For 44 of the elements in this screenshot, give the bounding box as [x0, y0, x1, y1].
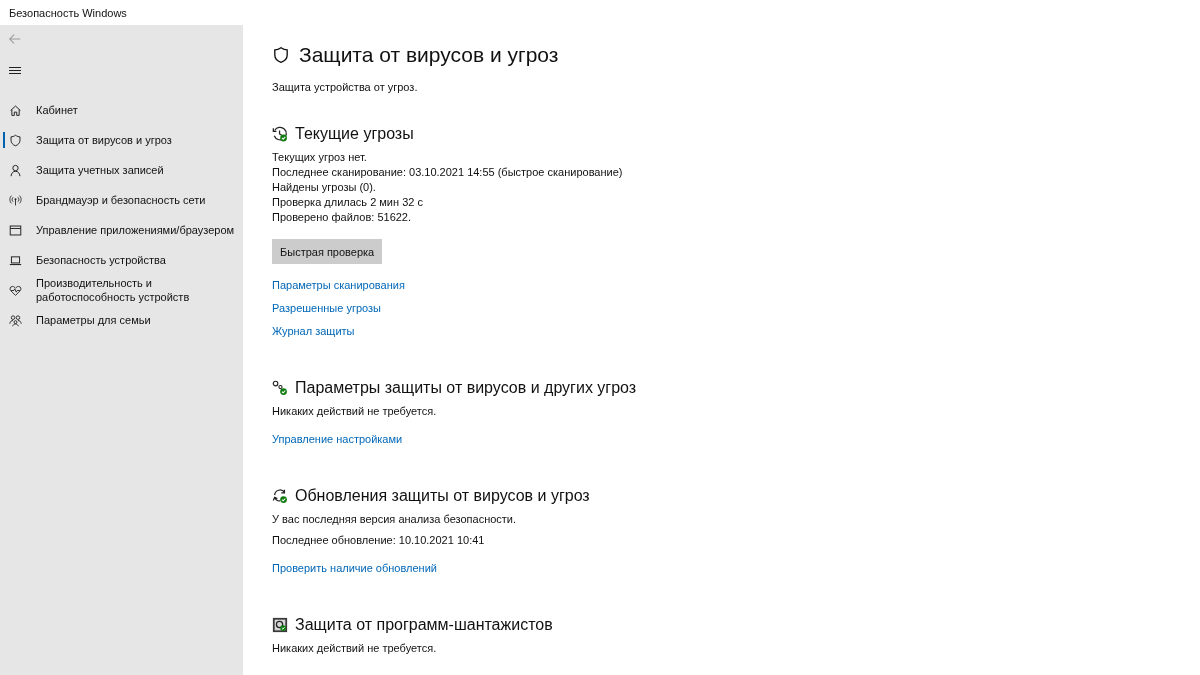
- sidebar-item[interactable]: Безопасность устройства: [0, 245, 243, 275]
- sidebar-item[interactable]: Параметры для семьи: [0, 305, 243, 335]
- window-icon: [9, 223, 22, 237]
- window-title: Безопасность Windows: [9, 6, 127, 19]
- vault-check-icon: [272, 617, 288, 633]
- refresh-check-icon: [272, 488, 288, 504]
- sidebar-item[interactable]: Защита от вирусов и угроз: [0, 125, 243, 155]
- antenna-icon: [9, 193, 22, 207]
- settings-link[interactable]: Проверить наличие обновлений: [272, 562, 437, 575]
- status-text: У вас последняя версия анализа безопасности.: [272, 513, 518, 526]
- shield-icon: [9, 133, 22, 147]
- status-text: Найдены угрозы (0).: [272, 181, 377, 194]
- laptop-icon: [9, 253, 22, 267]
- status-text: Проверка длилась 2 мин 32 с: [272, 196, 424, 209]
- sidebar-item[interactable]: Защита учетных записей: [0, 155, 243, 185]
- sidebar-item[interactable]: Производительность и работоспособность устройств: [0, 275, 243, 305]
- status-text: Последнее сканирование: 03.10.2021 14:55 (быстрое сканирование): [272, 166, 624, 179]
- heart-icon: [9, 283, 22, 297]
- status-text: Последнее обновление: 10.10.2021 10:41: [272, 534, 486, 547]
- section-title: Текущие угрозы: [295, 125, 414, 143]
- family-icon: [9, 313, 22, 327]
- status-text: Текущих угроз нет.: [272, 151, 368, 164]
- settings-link[interactable]: Параметры сканирования: [272, 279, 405, 292]
- quick-scan-button[interactable]: Быстрая проверка: [272, 239, 383, 264]
- gears-check-icon: [272, 380, 288, 396]
- page-title: Защита от вирусов и угроз: [299, 43, 559, 67]
- sidebar-item[interactable]: Управление приложениями/браузером: [0, 215, 243, 245]
- home-icon: [9, 103, 22, 117]
- clock-check-icon: [272, 126, 288, 142]
- person-icon: [9, 163, 22, 177]
- settings-link[interactable]: Журнал защиты: [272, 325, 355, 338]
- sidebar-item[interactable]: Кабинет: [0, 95, 243, 125]
- section-title: Защита от программ-шантажистов: [295, 616, 553, 634]
- status-text: Никаких действий не требуется.: [272, 405, 438, 418]
- settings-link[interactable]: Управление настройками: [272, 433, 403, 446]
- status-text: Проверено файлов: 51622.: [272, 211, 413, 224]
- section-title: Параметры защиты от вирусов и других угроз: [295, 379, 637, 397]
- shield-icon: [272, 46, 290, 64]
- menu-icon[interactable]: [9, 66, 21, 75]
- section-title: Обновления защиты от вирусов и угроз: [295, 487, 590, 505]
- page-subtitle: Защита устройства от угроз.: [272, 81, 419, 93]
- settings-link[interactable]: Разрешенные угрозы: [272, 302, 381, 315]
- sidebar-item[interactable]: Брандмауэр и безопасность сети: [0, 185, 243, 215]
- status-text: Никаких действий не требуется.: [272, 642, 438, 655]
